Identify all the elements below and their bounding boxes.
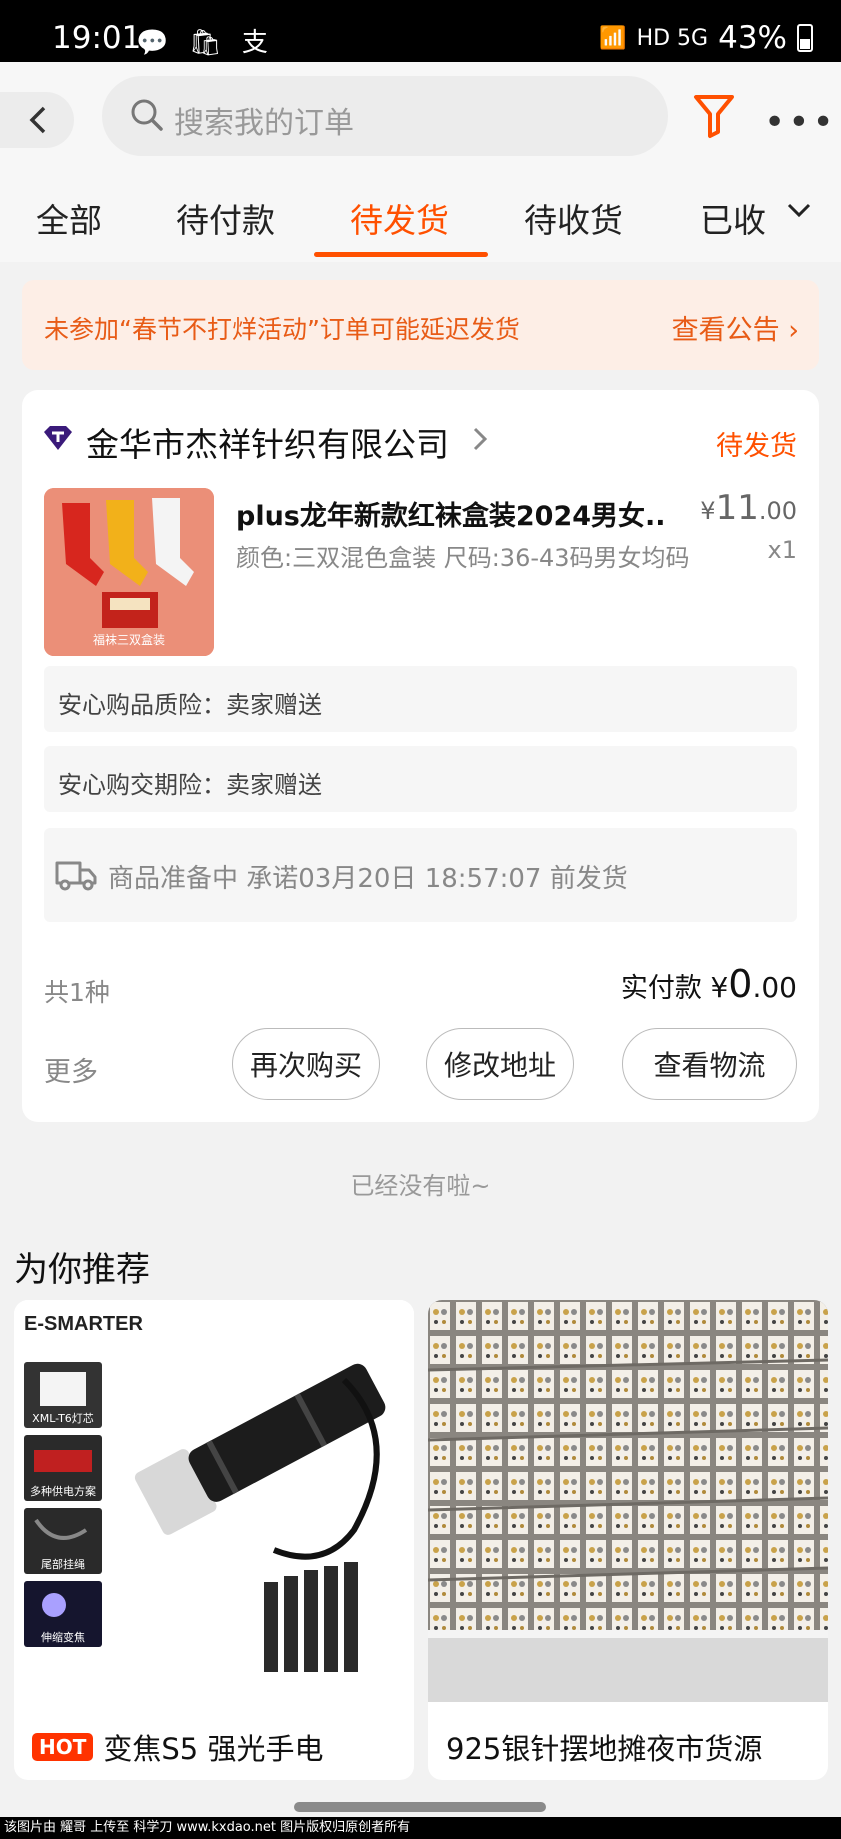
product-spec: 颜色:三双混色盒装 尺码:36-43码男女均码	[236, 544, 690, 572]
tab-pending-payment[interactable]: 待付款	[176, 194, 275, 242]
recommend-label: HOT 变焦S5 强光手电	[32, 1726, 323, 1768]
end-of-list-text: 已经没有啦~	[350, 1172, 491, 1200]
price-integer: 11	[715, 488, 759, 528]
search-icon	[131, 99, 163, 131]
notice-link-label: 查看公告	[671, 315, 780, 346]
paid-amount: 实付款 ¥0.00	[621, 962, 797, 1006]
home-indicator[interactable]	[294, 1802, 546, 1812]
paid-symbol: ¥	[710, 971, 729, 1004]
order-status: 待发货	[716, 431, 797, 462]
tab-pending-shipment[interactable]: 待发货	[350, 194, 449, 242]
search-placeholder: 搜索我的订单	[174, 106, 354, 141]
status-time: 19:01	[52, 20, 142, 56]
tab-all[interactable]: 全部	[36, 194, 102, 242]
recommend-item-title: 925银针摆地摊夜市货源	[446, 1732, 763, 1766]
shop-diamond-icon	[44, 426, 72, 450]
product-price: ¥11.00	[700, 488, 797, 528]
hot-badge: HOT	[32, 1733, 94, 1761]
status-right: 📶 HD 5G 43%	[599, 20, 813, 56]
shipping-text: 商品准备中 承诺03月20日 18:57:07 前发货	[108, 864, 628, 894]
order-card: 金华市杰祥针织有限公司 待发货 福袜三双盒装 plus龙年新款红袜盒装2024男…	[22, 390, 819, 1122]
feature-label: 多种供电方案	[30, 1484, 96, 1498]
tab-received[interactable]: 已收	[700, 194, 766, 242]
item-count: 共1种	[44, 978, 110, 1007]
change-address-button[interactable]: 修改地址	[426, 1028, 574, 1100]
feature-label: 尾部挂绳	[41, 1557, 85, 1571]
recommend-item[interactable]: E-SMARTER XML-T6灯芯 多种供电方案 尾部挂绳 伸缩变焦 HOT …	[14, 1300, 414, 1780]
product-title[interactable]: plus龙年新款红袜盒装2024男女...	[236, 494, 666, 533]
insurance-text: 安心购品质险：卖家赠送	[58, 691, 322, 719]
product-quantity: x1	[767, 536, 797, 564]
notice-text: 未参加“春节不打烊活动”订单可能延迟发货	[44, 315, 520, 344]
notice-banner: 未参加“春节不打烊活动”订单可能延迟发货 查看公告 ›	[22, 280, 819, 370]
network-indicator: HD 5G	[636, 25, 709, 51]
product-thumbnail[interactable]: 福袜三双盒装	[44, 488, 214, 656]
filter-icon[interactable]	[692, 92, 736, 140]
recommend-item[interactable]: 925银针摆地摊夜市货源	[428, 1300, 828, 1780]
view-logistics-button[interactable]: 查看物流	[622, 1028, 797, 1100]
paid-decimal: .00	[752, 971, 797, 1004]
watermark-text: 该图片由 耀哥 上传至 科学刀 www.kxdao.net 图片版权归原创者所有	[0, 1817, 841, 1839]
top-bar: 搜索我的订单 •••	[0, 62, 841, 172]
insurance-row[interactable]: 安心购品质险：卖家赠送	[44, 666, 797, 732]
brand-logo: E-SMARTER	[24, 1313, 143, 1335]
wifi-icon: 📶	[599, 25, 627, 51]
paid-label: 实付款	[620, 973, 702, 1004]
back-button[interactable]	[0, 92, 74, 148]
buy-again-button[interactable]: 再次购买	[232, 1028, 380, 1100]
battery-percent: 43%	[718, 20, 787, 56]
status-bar: 19:01 💬 🛍 支 📶 HD 5G 43%	[0, 0, 841, 62]
notification-icons: 💬 🛍 支	[136, 28, 274, 58]
battery-icon	[797, 24, 813, 52]
order-tabs: 全部 待付款 待发货 待收货 已收	[0, 172, 841, 262]
insurance-text: 安心购交期险：卖家赠送	[58, 771, 322, 799]
more-actions-link[interactable]: 更多	[44, 1050, 98, 1089]
recommend-item-title: 变焦S5 强光手电	[103, 1732, 324, 1766]
chevron-down-icon[interactable]	[786, 202, 812, 220]
jewelry-display-image	[428, 1300, 828, 1702]
paid-integer: 0	[728, 962, 753, 1006]
view-announcement-link[interactable]: 查看公告 ›	[672, 308, 799, 347]
recommend-label: 925银针摆地摊夜市货源	[446, 1726, 762, 1768]
more-menu-icon[interactable]: •••	[764, 102, 837, 143]
price-symbol: ¥	[700, 497, 716, 525]
recommend-title: 为你推荐	[14, 1250, 150, 1290]
thumb-caption: 福袜三双盒装	[92, 633, 165, 647]
feature-label: 伸缩变焦	[41, 1630, 85, 1644]
chevron-left-icon	[29, 106, 46, 134]
feature-label: XML-T6灯芯	[32, 1411, 94, 1425]
insurance-row[interactable]: 安心购交期险：卖家赠送	[44, 746, 797, 812]
shipping-status-row[interactable]: 商品准备中 承诺03月20日 18:57:07 前发货	[44, 828, 797, 922]
chevron-right-icon[interactable]	[472, 426, 488, 452]
truck-icon	[55, 861, 97, 891]
price-decimal: .00	[758, 497, 797, 525]
shop-name[interactable]: 金华市杰祥针织有限公司	[86, 418, 449, 466]
flashlight-product-image: E-SMARTER XML-T6灯芯 多种供电方案 尾部挂绳 伸缩变焦	[14, 1300, 414, 1702]
search-input[interactable]: 搜索我的订单	[102, 76, 668, 156]
active-tab-indicator	[314, 252, 488, 257]
tab-pending-receipt[interactable]: 待收货	[524, 194, 623, 242]
